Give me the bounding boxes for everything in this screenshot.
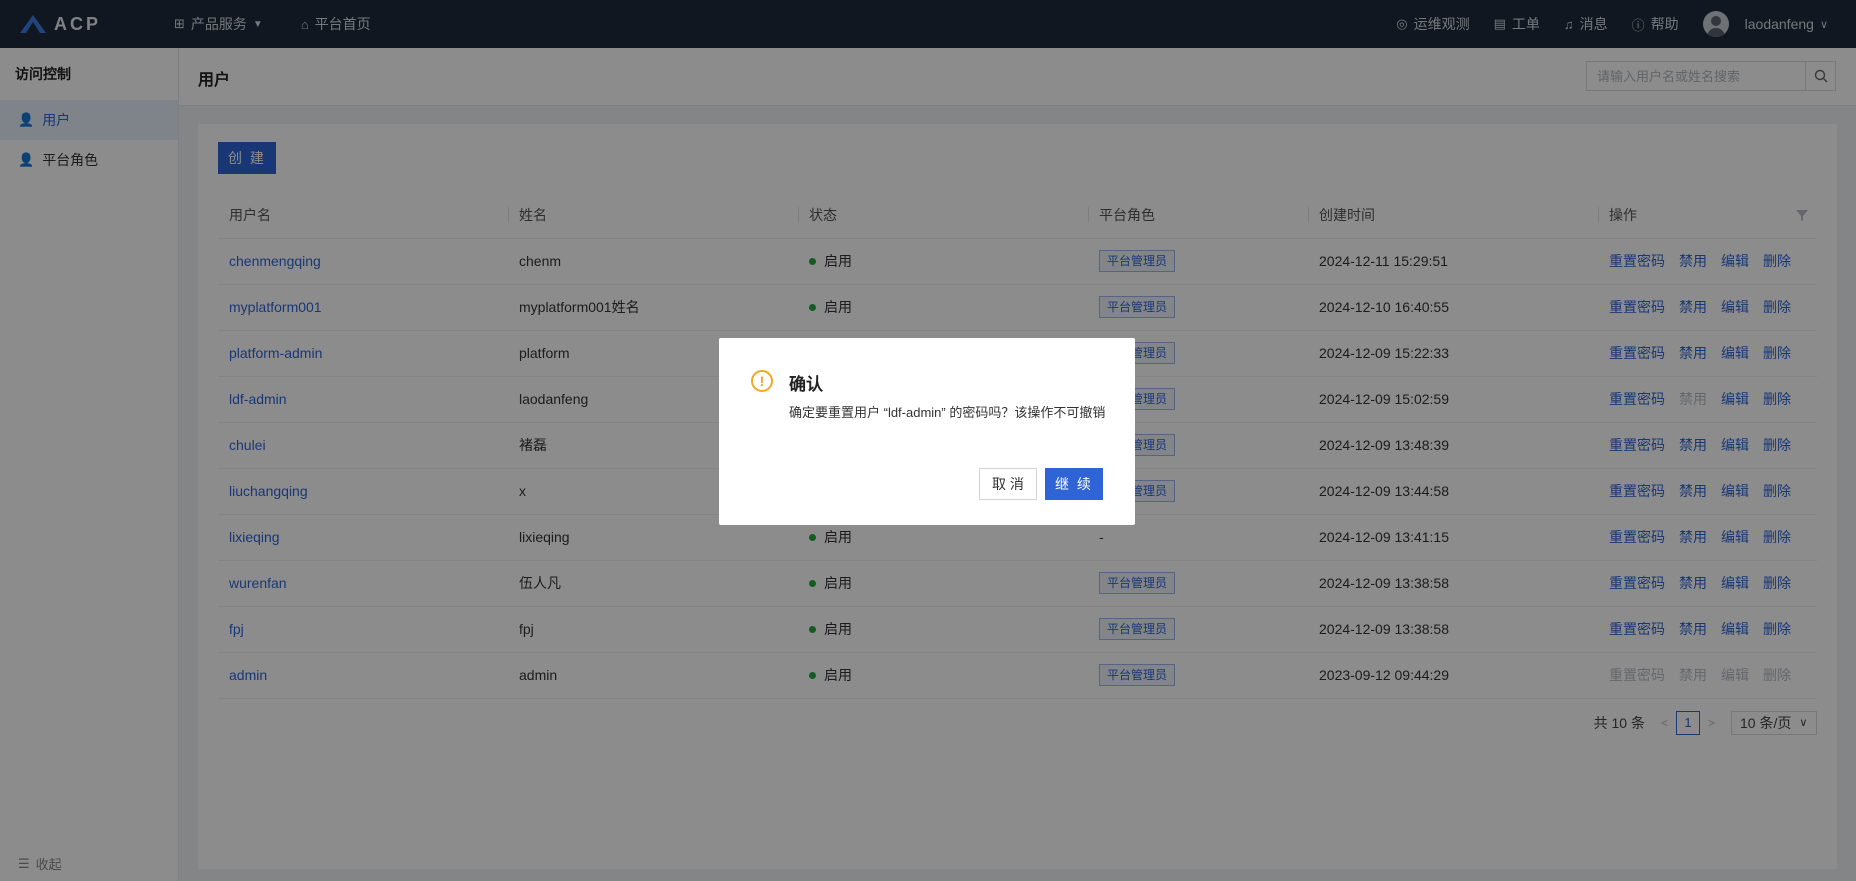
confirm-dialog: ! 确认 确定要重置用户 “ldf-admin” 的密码吗？该操作不可撤销 取 …: [719, 338, 1135, 525]
dialog-message: 确定要重置用户 “ldf-admin” 的密码吗？该操作不可撤销: [789, 405, 1106, 420]
cancel-button[interactable]: 取 消: [979, 468, 1037, 500]
dialog-title: 确认: [789, 375, 823, 394]
warning-icon: !: [751, 370, 773, 392]
continue-button[interactable]: 继 续: [1045, 468, 1103, 500]
